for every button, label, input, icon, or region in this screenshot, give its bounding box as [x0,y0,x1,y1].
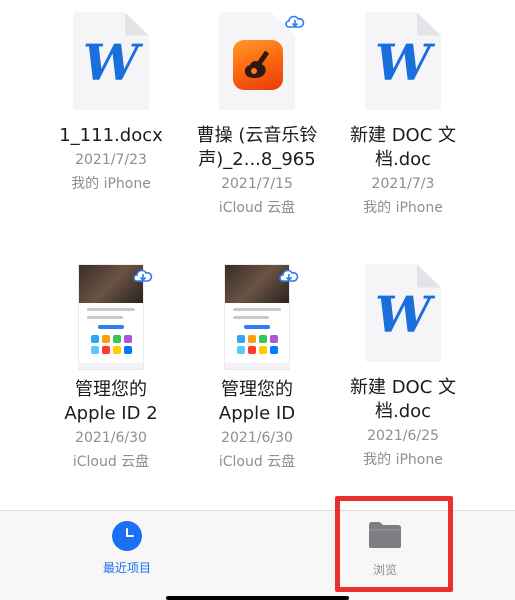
word-doc-icon: W [73,12,149,110]
home-indicator [166,596,349,600]
tab-recent-label: 最近项目 [102,561,151,575]
file-item[interactable]: W 新建 DOC 文档.doc 2021/7/3 我的 iPhone [328,12,478,220]
icloud-download-icon[interactable] [278,266,300,284]
highlight-box [335,496,453,592]
file-item[interactable]: 曹操 (云音乐铃 声)_2...8_965 2021/7/15 iCloud 云盘 [182,12,332,220]
word-doc-icon: W [365,12,441,110]
file-date: 2021/7/23 [75,152,147,168]
file-name: 曹操 (云音乐铃 声)_2...8_965 [196,125,318,170]
file-item[interactable]: W 1_111.docx 2021/7/23 我的 iPhone [36,12,186,196]
word-doc-icon: W [365,264,441,362]
file-location: iCloud 云盘 [218,200,296,216]
file-location: 我的 iPhone [363,200,443,216]
file-date: 2021/7/15 [221,176,293,192]
file-name: 管理您的 Apple ID [218,379,296,424]
file-location: iCloud 云盘 [72,454,150,470]
file-date: 2021/6/30 [221,430,293,446]
file-date: 2021/6/30 [75,430,147,446]
file-item[interactable]: 管理您的 Apple ID 2021/6/30 iCloud 云盘 [182,264,332,474]
file-name: 1_111.docx [59,125,163,146]
file-item[interactable]: 管理您的 Apple ID 2 2021/6/30 iCloud 云盘 [36,264,186,474]
file-location: 我的 iPhone [363,452,443,468]
clock-icon [112,521,142,551]
file-name: 管理您的 Apple ID 2 [64,379,158,424]
file-date: 2021/6/25 [367,428,439,444]
icloud-download-icon[interactable] [284,12,306,30]
file-item[interactable]: W 新建 DOC 文档.doc 2021/6/25 我的 iPhone [328,264,478,472]
file-location: iCloud 云盘 [218,454,296,470]
icloud-download-icon[interactable] [132,266,154,284]
file-name: 新建 DOC 文档.doc [349,377,457,422]
file-date: 2021/7/3 [371,176,435,192]
file-location: 我的 iPhone [71,176,151,192]
file-name: 新建 DOC 文档.doc [349,125,457,170]
tab-recent[interactable]: 最近项目 [67,517,187,576]
